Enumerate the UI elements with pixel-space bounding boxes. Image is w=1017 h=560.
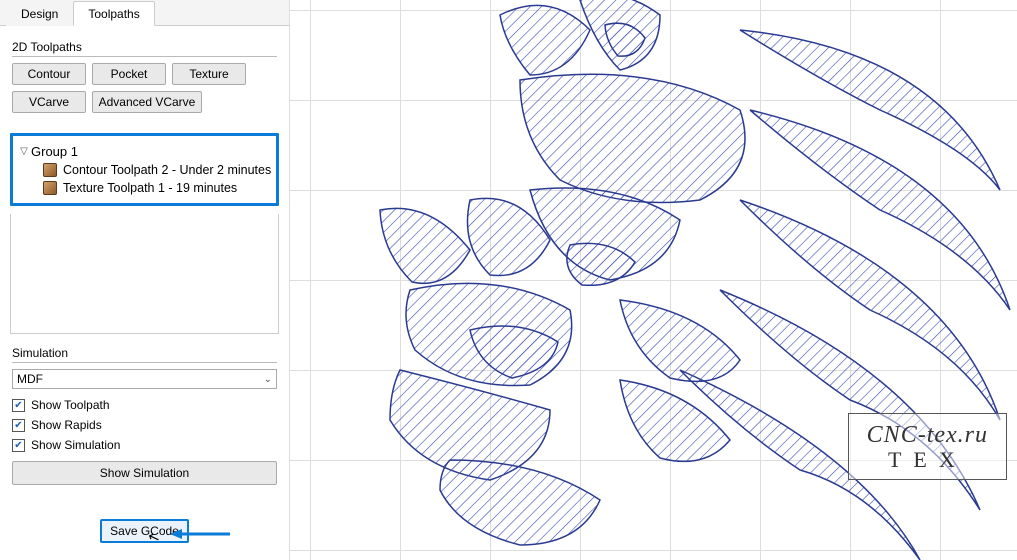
material-value: MDF (17, 372, 43, 386)
tree-item[interactable]: Contour Toolpath 2 - Under 2 minutes (17, 161, 272, 179)
pocket-button[interactable]: Pocket (92, 63, 166, 85)
arrow-annotation-icon (170, 527, 230, 541)
checkbox-checked-icon: ✔ (12, 439, 25, 452)
watermark-line1: CNC-tex.ru (867, 422, 988, 449)
tree-empty-area (10, 214, 279, 334)
tab-toolpaths[interactable]: Toolpaths (73, 1, 154, 26)
toolpath-tree[interactable]: ▽ Group 1 Contour Toolpath 2 - Under 2 m… (10, 133, 279, 206)
show-simulation-button[interactable]: Show Simulation (12, 461, 277, 485)
watermark-line2: TEX (867, 447, 988, 473)
tab-bar: Design Toolpaths (0, 0, 289, 26)
checkbox-label: Show Simulation (31, 438, 120, 452)
vcarve-button[interactable]: VCarve (12, 91, 86, 113)
toolpaths-2d-legend: 2D Toolpaths (12, 40, 277, 57)
tree-item-label: Contour Toolpath 2 - Under 2 minutes (63, 163, 271, 177)
tree-item-label: Texture Toolpath 1 - 19 minutes (63, 181, 237, 195)
tree-group[interactable]: ▽ Group 1 (17, 142, 272, 161)
toolpath-icon (43, 181, 57, 195)
show-rapids-checkbox[interactable]: ✔ Show Rapids (12, 415, 277, 435)
advanced-vcarve-button[interactable]: Advanced VCarve (92, 91, 202, 113)
texture-button[interactable]: Texture (172, 63, 246, 85)
checkbox-label: Show Rapids (31, 418, 102, 432)
tree-group-label: Group 1 (31, 144, 78, 159)
sidebar: Design Toolpaths 2D Toolpaths Contour Po… (0, 0, 290, 560)
design-canvas[interactable]: CNC-tex.ru TEX (290, 0, 1017, 560)
toolpaths-2d-section: 2D Toolpaths Contour Pocket Texture VCar… (12, 40, 277, 119)
simulation-section: Simulation MDF ⌄ ✔ Show Toolpath ✔ Show … (12, 346, 277, 485)
checkbox-label: Show Toolpath (31, 398, 110, 412)
chevron-down-icon: ▽ (17, 146, 31, 157)
tab-design[interactable]: Design (6, 1, 73, 26)
chevron-down-icon: ⌄ (264, 374, 272, 385)
tree-item[interactable]: Texture Toolpath 1 - 19 minutes (17, 179, 272, 197)
show-simulation-checkbox[interactable]: ✔ Show Simulation (12, 435, 277, 455)
checkbox-checked-icon: ✔ (12, 399, 25, 412)
toolpath-icon (43, 163, 57, 177)
contour-button[interactable]: Contour (12, 63, 86, 85)
checkbox-checked-icon: ✔ (12, 419, 25, 432)
simulation-legend: Simulation (12, 346, 277, 363)
material-select[interactable]: MDF ⌄ (12, 369, 277, 389)
show-toolpath-checkbox[interactable]: ✔ Show Toolpath (12, 395, 277, 415)
watermark: CNC-tex.ru TEX (848, 413, 1007, 480)
